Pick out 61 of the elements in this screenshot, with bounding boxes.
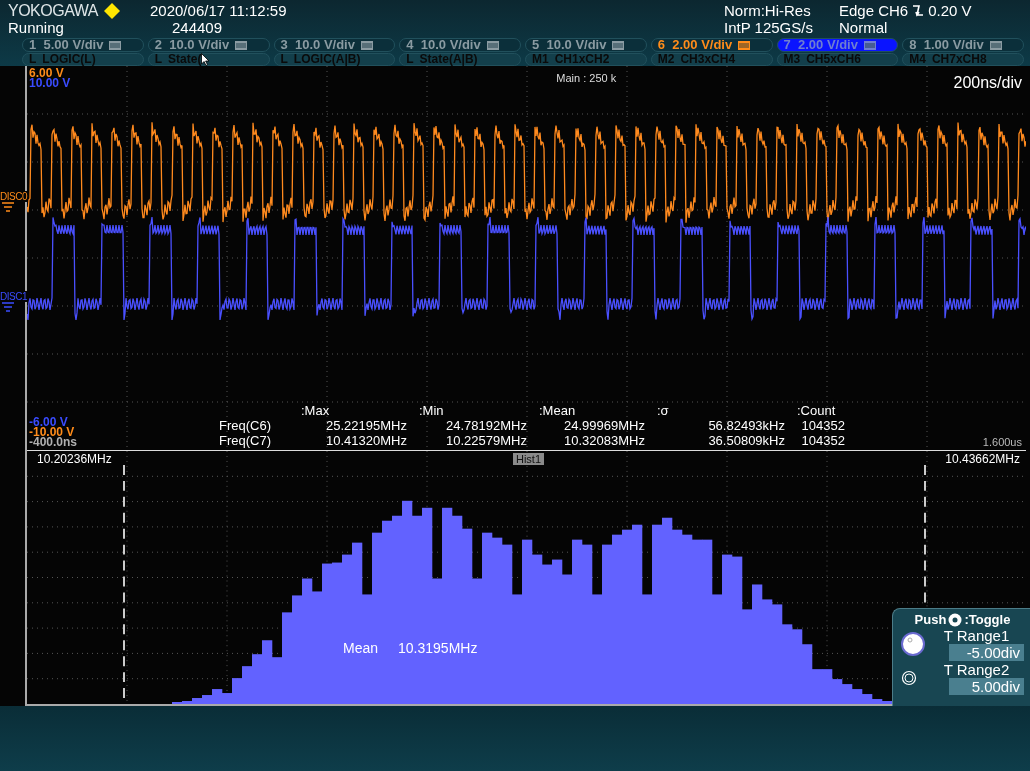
trigger-level: 0.20 V [928,2,972,19]
range-label: T Range2 [942,661,1011,678]
sample-rate: IntP 125GS/s [724,19,814,36]
mean-label: Mean [343,640,379,656]
column-header: :Count [796,403,837,418]
trigger-mode: Normal [839,19,889,36]
cursor-value: 10.43662MHz [945,452,1020,466]
measurement-name: Freq(C6) [219,418,272,433]
scale-label: 10.00 V [29,78,71,88]
scale-label: 6.00 V [29,68,64,78]
channel-tab[interactable]: 1 5.00 V/div [22,38,144,52]
column-header: :Min [418,403,445,418]
scale-label: -10.00 V [29,427,75,437]
diamond-icon [103,2,120,19]
table-cell-text: 24.78192MHz [445,418,527,433]
push-label: Push [914,612,947,627]
falling-edge-icon [912,4,925,17]
trigger-source: Edge CH6 [839,2,909,19]
table-cell-text: 25.22195MHz [325,418,407,433]
table-cell-text: 24.99969MHz [563,418,645,433]
column-header: :Max [300,403,331,418]
date-time: 2020/06/17 11:12:59 [150,2,288,19]
mean-value: 10.3195MHz [398,640,478,656]
brand-logo: YOKOGAWA [8,2,98,19]
column-header: :σ [656,403,670,418]
acquisition-mode: Norm:Hi-Res [724,2,812,19]
time-end: 1.600us [982,436,1022,448]
ground-icon [0,302,16,314]
knob-icon [948,612,963,627]
trace-marker: DISC1 [0,291,27,302]
scale-label: -6.00 V [29,417,68,427]
channel-tab[interactable]: 5 10.0 V/div [525,38,647,52]
mouse-pointer-icon [201,53,211,66]
column-header: :Mean [538,403,577,418]
cursor-value: 10.20236MHz [37,452,112,466]
range-label: T Range1 [942,627,1011,644]
range-value[interactable]: -5.00div [949,644,1024,661]
table-cell-text: 104352 [800,433,845,448]
channel-tab[interactable]: 2 10.0 V/div [147,38,270,52]
table-cell-text: 36.50809kHz [707,433,785,448]
scale-label: -400.0ns [29,437,78,447]
channel-tab[interactable]: 4 10.0 V/div [399,38,521,52]
trace-marker: DISC0 [0,191,27,202]
run-status: Running [8,19,65,36]
histogram-title: Hist1 [512,453,545,465]
table-cell-text: 10.32083MHz [563,433,645,448]
knob-icon[interactable] [901,632,925,656]
time-per-div: 200ns/div [953,74,1022,92]
table-cell-text: 10.41320MHz [325,433,407,448]
table-cell-text: 10.22579MHz [445,433,527,448]
table-cell-text: 56.82493kHz [707,418,785,433]
channel-tab[interactable]: 6 2.00 V/div [650,38,773,52]
acquisition-count: 244409 [171,19,224,36]
channel-tab[interactable]: 8 1.00 V/div [902,38,1024,52]
range-value[interactable]: 5.00div [949,678,1024,695]
table-cell-text: 104352 [800,418,845,433]
measurement-name: Freq(C7) [219,433,272,448]
toggle-label: :Toggle [964,612,1011,627]
zoom-label: Main : 250 k [556,72,617,84]
channel-tab[interactable]: 3 10.0 V/div [273,38,396,52]
ground-icon [0,202,16,214]
